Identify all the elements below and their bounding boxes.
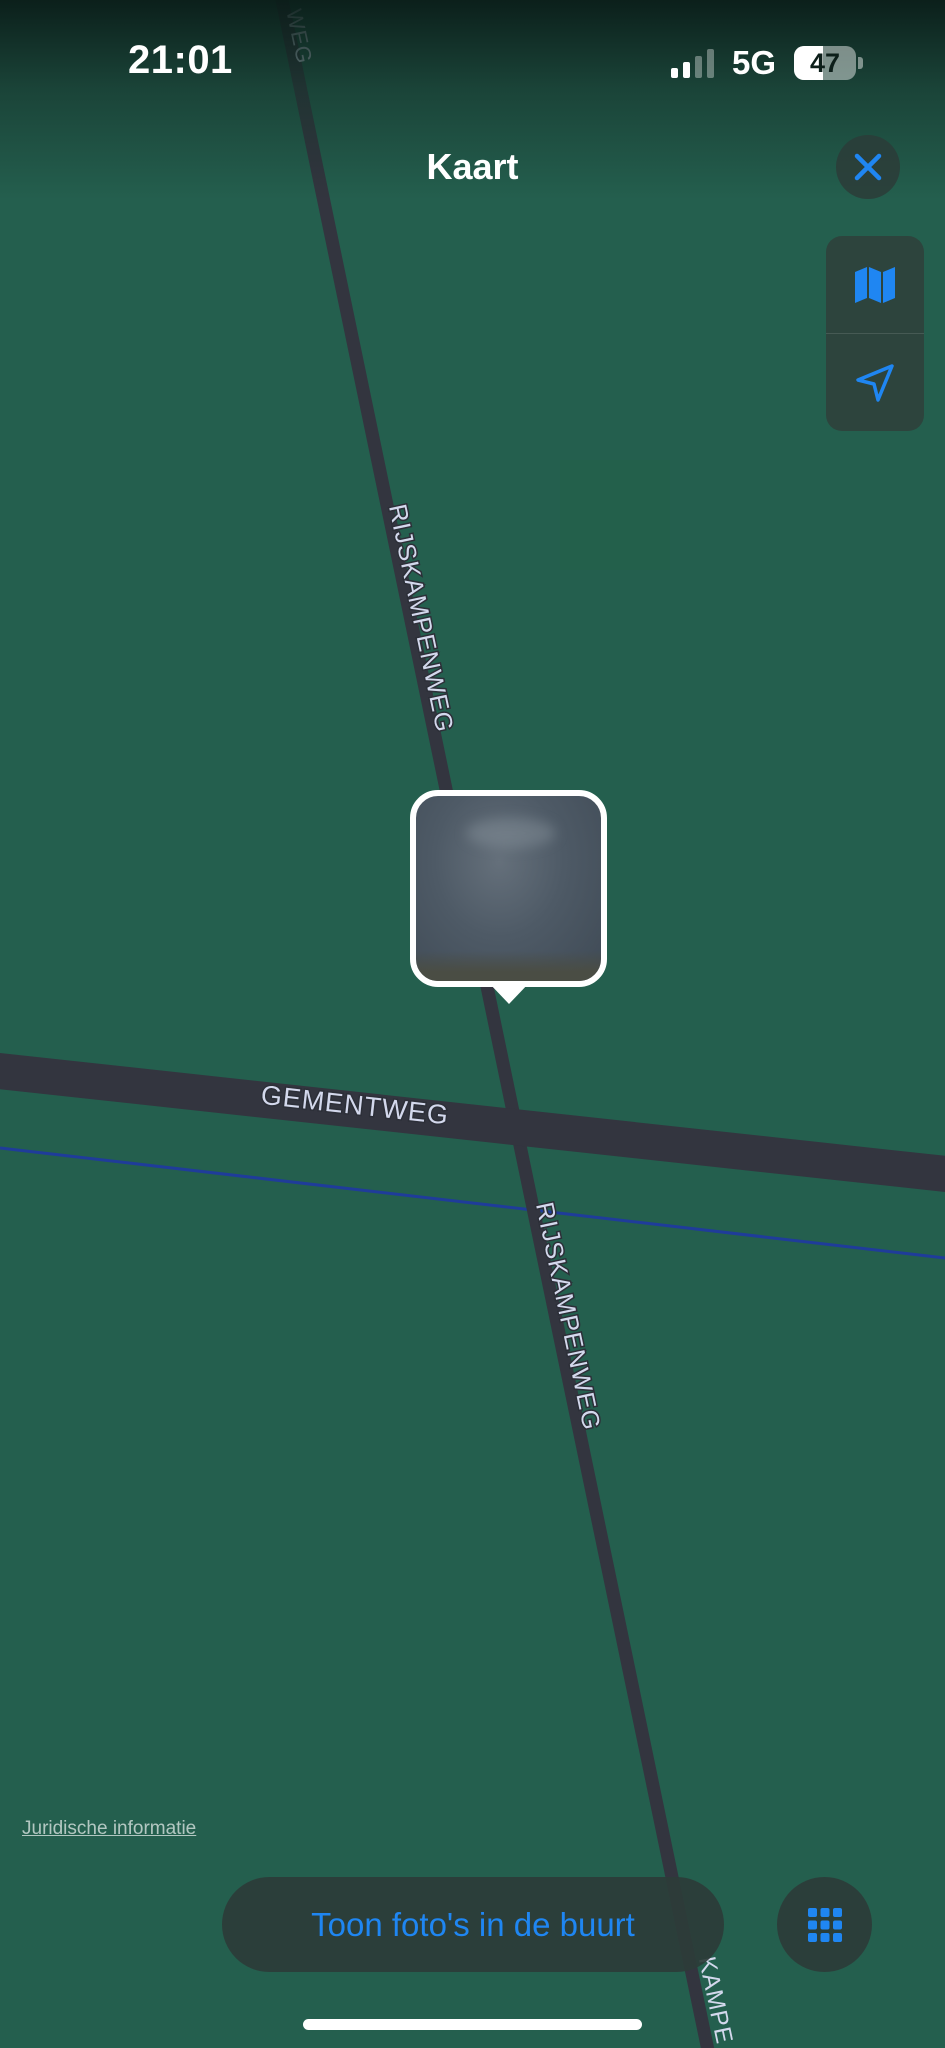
cellular-signal-icon [670,48,714,78]
status-indicators: 5G 47 [670,44,863,82]
map-controls [826,236,924,431]
current-location-button[interactable] [826,334,924,431]
battery-percent: 47 [809,47,841,78]
photo-pin[interactable] [410,790,607,987]
grid-icon [807,1907,842,1942]
show-nearby-photos-button[interactable]: Toon foto's in de buurt [222,1877,724,1972]
photo-pin-pointer [488,982,530,1004]
map-view[interactable]: WEG RIJSKAMPENWEG GEMENTWEG RIJSKAMPENWE… [0,0,945,2048]
close-icon [854,153,882,181]
battery-tip [858,57,863,69]
status-time: 21:01 [128,38,233,82]
grid-view-button[interactable] [777,1877,872,1972]
photo-thumbnail-cloud [466,818,556,848]
photo-thumbnail-ground [416,951,601,981]
legal-info-link[interactable]: Juridische informatie [22,1818,196,1840]
map-mode-button[interactable] [826,236,924,333]
home-indicator [303,2019,642,2030]
network-type: 5G [731,44,776,81]
map-icon [855,266,895,303]
close-button[interactable] [836,135,900,199]
battery-icon: 47 [794,46,856,80]
page-title: Kaart [426,146,519,187]
location-arrow-icon [856,363,894,402]
